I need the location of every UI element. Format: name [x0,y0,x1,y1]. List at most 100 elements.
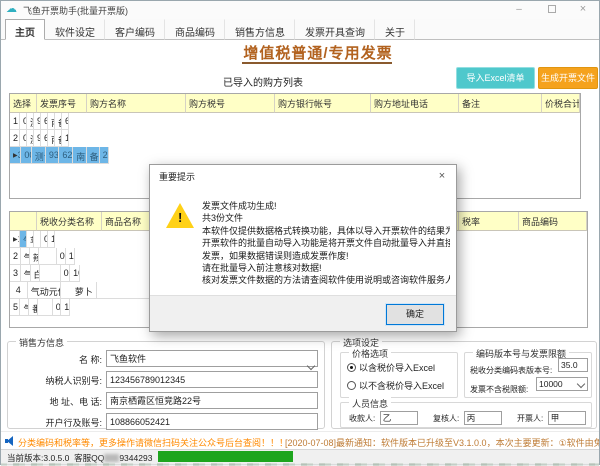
radio-with-tax[interactable]: 以含税价导入Excel [347,361,435,374]
table-cell[interactable] [34,231,41,248]
column-header[interactable]: 商品编码 [519,212,587,231]
row-selector-cell[interactable]: 4 [10,282,28,299]
table-cell[interactable]: 白菜 [31,265,41,282]
seller-name-combo[interactable] [106,350,318,367]
table-cell[interactable]: 622394856484831 [41,130,48,147]
column-header[interactable] [10,212,37,231]
table-cell[interactable] [40,265,60,282]
table-cell[interactable]: 备注测试1 [55,113,62,130]
radio-unchecked-icon[interactable] [347,381,356,390]
table-cell[interactable]: 1090121010... [70,265,80,282]
column-header[interactable]: 价税合计 [542,94,580,113]
table-cell[interactable] [38,299,53,316]
tab[interactable]: 关于 [375,19,415,40]
table-cell[interactable]: 萝卜 [61,282,97,299]
table-cell[interactable]: 气动元件 [21,265,31,282]
table-cell[interactable]: 9320160557016252... [34,130,41,147]
table-row[interactable]: ▶3 0003 测试企业C 9320160557016250... 622394… [10,147,109,164]
table-cell[interactable] [39,248,57,265]
table-cell[interactable]: 南京市建邺区和西大... [48,113,55,130]
row-selector-cell[interactable]: 1 [10,113,20,130]
table-cell[interactable]: 辣椒 [30,248,39,265]
column-header[interactable]: 税率 [459,212,519,231]
radio-checked-icon[interactable] [347,363,356,372]
table-row[interactable]: 2 气动元件 辣椒 0.13 1090121010... [10,248,75,265]
table-cell[interactable]: 测试企业A [27,113,34,130]
maximize-button[interactable] [537,1,567,18]
table-cell[interactable]: 1090121010... [66,248,75,265]
reviewer-field[interactable] [464,411,502,425]
code-version-field[interactable] [558,358,588,372]
dialog-title-bar[interactable]: 重要提示 × [150,165,456,187]
table-cell[interactable]: 622394856484839 [41,113,48,130]
column-header[interactable]: 选择 [10,94,37,113]
import-excel-button[interactable]: 导入Excel清单 [456,67,535,89]
table-cell[interactable]: 气动元件 [20,299,29,316]
row-selector-cell[interactable]: 5 [10,299,20,316]
title-bar[interactable]: ☁ 飞鱼开票助手(批量开票版) – × [1,1,599,19]
column-header[interactable]: 税收分类名称 [37,212,102,231]
column-header[interactable]: 购方地址电话 [371,94,459,113]
table-cell[interactable]: 测试企业C [32,147,46,164]
tab[interactable]: 发票开具查询 [295,19,375,40]
table-cell[interactable]: 苹果 [27,231,34,248]
table-cell[interactable]: 气动元件 [21,248,30,265]
table-cell[interactable]: 0.13 [57,248,66,265]
table-cell[interactable]: 备注测试618 [87,147,100,164]
table-row[interactable]: 3 气动元件 白菜 0.13 1090121010... [10,265,80,282]
column-header[interactable]: 发票序号 [37,94,87,113]
table-row[interactable]: ▶1 气动元件 苹果 0.13 1090121010... [10,231,37,248]
table-cell[interactable]: 备注测试618 [55,130,62,147]
table-cell[interactable]: 9320160557016250... [46,147,59,164]
generate-invoice-file-button[interactable]: 生成开票文件 [538,67,598,89]
table-cell[interactable]: 0.13 [53,299,62,316]
taxpayer-id-field[interactable] [106,371,318,388]
table-cell[interactable]: 0003 [21,147,31,164]
payee-field[interactable] [380,411,418,425]
table-cell[interactable]: 0.13 [61,265,70,282]
table-cell[interactable]: 1090121010... [48,231,55,248]
table-cell[interactable]: 113.4 [62,130,69,147]
table-cell[interactable]: 680.4 [62,113,69,130]
table-cell[interactable]: 9320160557016252... [34,113,41,130]
drawer-field[interactable] [548,411,586,425]
table-cell[interactable]: 南京市建邺区和西大... [73,147,86,164]
bank-account-field[interactable] [106,413,318,430]
address-phone-field[interactable] [106,392,318,409]
table-row[interactable]: 1 0001 测试企业A 9320160557016252... 6223948… [10,113,37,130]
column-header[interactable]: 购方名称 [87,94,186,113]
tab[interactable]: 主页 [5,19,45,40]
table-cell[interactable]: 测试企业B [27,130,34,147]
row-selector-cell[interactable]: 3 [10,265,21,282]
table-cell[interactable]: 0.13 [41,231,48,248]
ok-button[interactable]: 确定 [386,304,444,325]
table-cell[interactable]: 南京市建邺区和西大... [48,130,55,147]
row-selector-cell[interactable]: ▶1 [10,231,20,248]
row-selector-cell[interactable]: 2 [10,248,21,265]
table-cell[interactable]: 0001 [20,113,27,130]
radio-without-tax[interactable]: 以不含税价导入Excel [347,379,444,392]
table-cell[interactable]: 622394856484831 [59,147,73,164]
close-button[interactable]: × [568,1,598,18]
warning-icon: ! [166,203,194,228]
dialog-close-button[interactable]: × [434,168,450,184]
table-row[interactable]: 2 0002 测试企业B 9320160557016252... 6223948… [10,130,60,147]
table-cell[interactable]: 气动元件 [28,282,61,299]
tab[interactable]: 软件设定 [45,19,105,40]
table-cell[interactable]: 2004.6 [100,147,109,164]
column-header[interactable]: 购方税号 [186,94,275,113]
table-cell[interactable]: 番茄 [29,299,38,316]
table-cell[interactable]: 1090121010... [61,299,70,316]
column-header[interactable]: 备注 [459,94,542,113]
tab[interactable]: 客户编码 [105,19,165,40]
tab[interactable]: 销售方信息 [225,19,295,40]
row-selector-cell[interactable]: 2 [10,130,20,147]
table-cell[interactable]: 0002 [20,130,27,147]
seller-group-legend: 销售方信息 [16,336,67,349]
row-selector-cell[interactable]: ▶3 [10,147,21,164]
minimize-button[interactable]: – [504,1,534,18]
tab[interactable]: 商品编码 [165,19,225,40]
column-header[interactable]: 购方银行帐号 [275,94,371,113]
table-cell[interactable]: 气动元件 [20,231,27,248]
table-row[interactable]: 5 气动元件 番茄 0.13 1090121010... [10,299,70,316]
